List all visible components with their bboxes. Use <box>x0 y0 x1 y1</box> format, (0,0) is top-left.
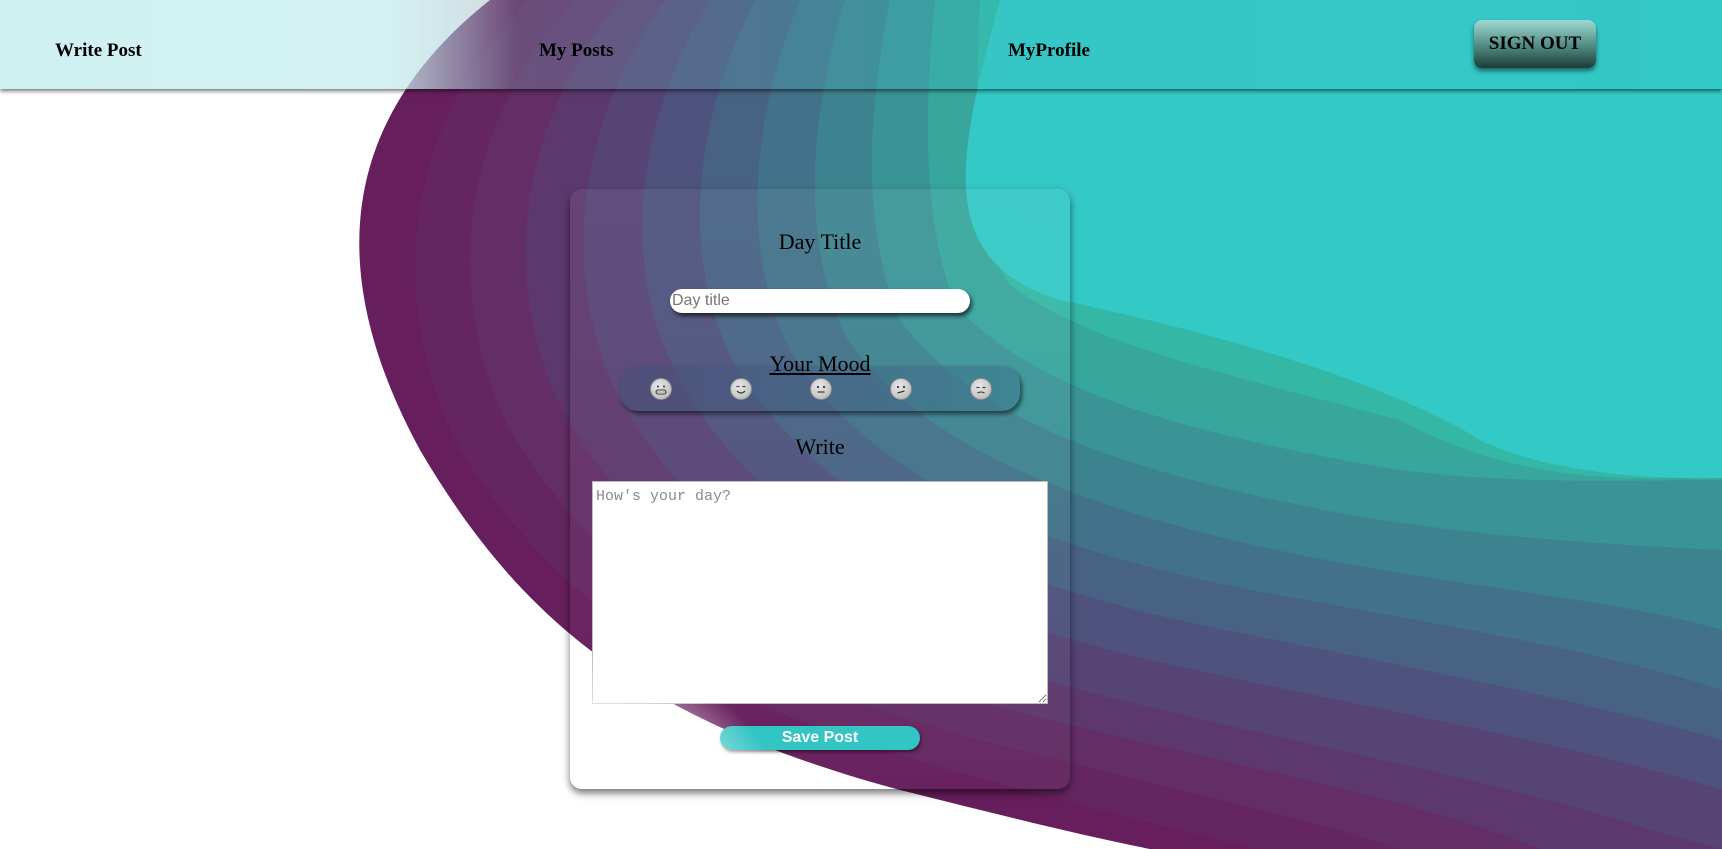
day-title-input[interactable] <box>670 289 970 313</box>
day-title-label: Day Title <box>778 229 862 254</box>
nav-my-posts[interactable]: My Posts <box>539 40 613 62</box>
write-label: Write <box>795 434 845 459</box>
confused-face-icon[interactable] <box>890 378 912 400</box>
smiling-face-icon[interactable] <box>730 378 752 400</box>
your-mood-label: Your Mood <box>769 351 871 376</box>
top-nav: Write Post My Posts MyProfile SIGN OUT <box>0 0 1722 89</box>
neutral-face-icon[interactable] <box>810 378 832 400</box>
grinning-face-icon[interactable] <box>650 378 672 400</box>
nav-my-profile[interactable]: MyProfile <box>1008 40 1090 62</box>
post-body-textarea[interactable] <box>592 481 1048 704</box>
save-post-button[interactable]: Save Post <box>720 726 920 750</box>
nav-write-post[interactable]: Write Post <box>55 40 142 62</box>
sign-out-button[interactable]: SIGN OUT <box>1474 20 1596 68</box>
pensive-face-icon[interactable] <box>970 378 992 400</box>
post-card: Day Title Your Mood Write Save Post <box>570 189 1070 789</box>
